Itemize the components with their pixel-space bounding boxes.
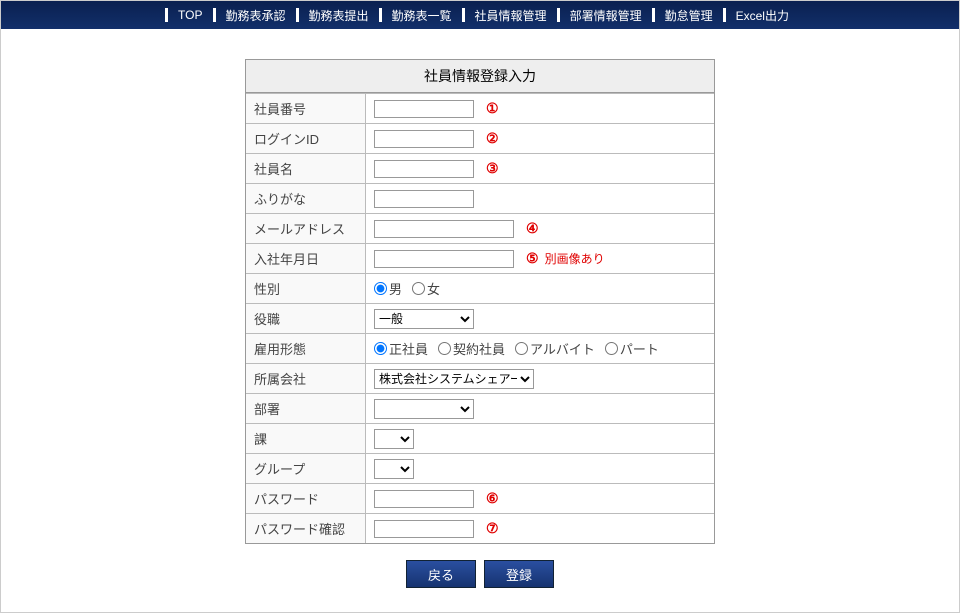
row-join-date: 入社年月日 ⑤ 別画像あり [246,243,714,273]
marker-2-icon: ② [486,130,499,147]
radio-label-female[interactable]: 女 [412,279,440,298]
radio-label-parttime[interactable]: アルバイト [515,339,595,358]
nav-list[interactable]: 勤務表一覧 [386,7,458,24]
row-position: 役職 一般 [246,303,714,333]
input-emp-name[interactable] [374,160,474,178]
label-password-confirm: パスワード確認 [246,514,366,543]
nav-separator-icon [723,8,726,22]
label-join-date: 入社年月日 [246,244,366,273]
submit-button[interactable]: 登録 [484,560,554,588]
radio-male[interactable] [374,282,387,295]
navbar: TOP 勤務表承認 勤務表提出 勤務表一覧 社員情報管理 部署情報管理 勤怠管理… [1,1,959,29]
employee-form: 社員情報登録入力 社員番号 ① ログインID ② 社員名 ③ [245,59,715,544]
input-join-date[interactable] [374,250,514,268]
nav-separator-icon [557,8,560,22]
row-dept: 部署 [246,393,714,423]
radio-parttime[interactable] [515,342,528,355]
label-emp-name: 社員名 [246,154,366,183]
input-password-confirm[interactable] [374,520,474,538]
label-company: 所属会社 [246,364,366,393]
row-furigana: ふりがな [246,183,714,213]
nav-separator-icon [652,8,655,22]
select-group[interactable] [374,459,414,479]
radio-label-part[interactable]: パート [605,339,659,358]
marker-1-icon: ① [486,100,499,117]
nav-separator-icon [379,8,382,22]
nav-excel[interactable]: Excel出力 [730,7,795,24]
select-dept[interactable] [374,399,474,419]
marker-5-icon: ⑤ [526,250,539,267]
back-button[interactable]: 戻る [406,560,476,588]
select-position[interactable]: 一般 [374,309,474,329]
row-gender: 性別 男 女 [246,273,714,303]
nav-submit[interactable]: 勤務表提出 [303,7,375,24]
nav-department[interactable]: 部署情報管理 [564,7,648,24]
form-title: 社員情報登録入力 [246,60,714,93]
nav-employee[interactable]: 社員情報管理 [469,7,553,24]
nav-separator-icon [165,8,168,22]
row-password: パスワード ⑥ [246,483,714,513]
button-bar: 戻る 登録 [406,560,554,588]
radio-part[interactable] [605,342,618,355]
row-company: 所属会社 株式会社システムシェアード [246,363,714,393]
label-furigana: ふりがな [246,184,366,213]
input-furigana[interactable] [374,190,474,208]
page-frame: TOP 勤務表承認 勤務表提出 勤務表一覧 社員情報管理 部署情報管理 勤怠管理… [0,0,960,613]
marker-3-icon: ③ [486,160,499,177]
input-email[interactable] [374,220,514,238]
row-section: 課 [246,423,714,453]
label-position: 役職 [246,304,366,333]
select-company[interactable]: 株式会社システムシェアード [374,369,534,389]
nav-separator-icon [213,8,216,22]
label-password: パスワード [246,484,366,513]
radio-label-contract[interactable]: 契約社員 [438,339,505,358]
label-gender: 性別 [246,274,366,303]
radio-label-male[interactable]: 男 [374,279,402,298]
nav-approve[interactable]: 勤務表承認 [220,7,292,24]
marker-4-icon: ④ [526,220,539,237]
row-login-id: ログインID ② [246,123,714,153]
nav-top[interactable]: TOP [172,8,208,22]
row-emp-no: 社員番号 ① [246,93,714,123]
input-password[interactable] [374,490,474,508]
label-emp-no: 社員番号 [246,94,366,123]
radio-label-fulltime[interactable]: 正社員 [374,339,428,358]
row-emp-name: 社員名 ③ [246,153,714,183]
marker-6-icon: ⑥ [486,490,499,507]
input-login-id[interactable] [374,130,474,148]
radio-female[interactable] [412,282,425,295]
row-group: グループ [246,453,714,483]
input-emp-no[interactable] [374,100,474,118]
content-area: 社員情報登録入力 社員番号 ① ログインID ② 社員名 ③ [1,29,959,612]
row-emp-type: 雇用形態 正社員 契約社員 アルバイト パート [246,333,714,363]
label-dept: 部署 [246,394,366,423]
nav-separator-icon [462,8,465,22]
join-date-note: 別画像あり [545,250,605,267]
label-section: 課 [246,424,366,453]
label-email: メールアドレス [246,214,366,243]
row-password-confirm: パスワード確認 ⑦ [246,513,714,543]
radio-contract[interactable] [438,342,451,355]
marker-7-icon: ⑦ [486,520,499,537]
nav-attendance[interactable]: 勤怠管理 [659,7,719,24]
nav-separator-icon [296,8,299,22]
label-login-id: ログインID [246,124,366,153]
label-emp-type: 雇用形態 [246,334,366,363]
row-email: メールアドレス ④ [246,213,714,243]
radio-fulltime[interactable] [374,342,387,355]
select-section[interactable] [374,429,414,449]
label-group: グループ [246,454,366,483]
